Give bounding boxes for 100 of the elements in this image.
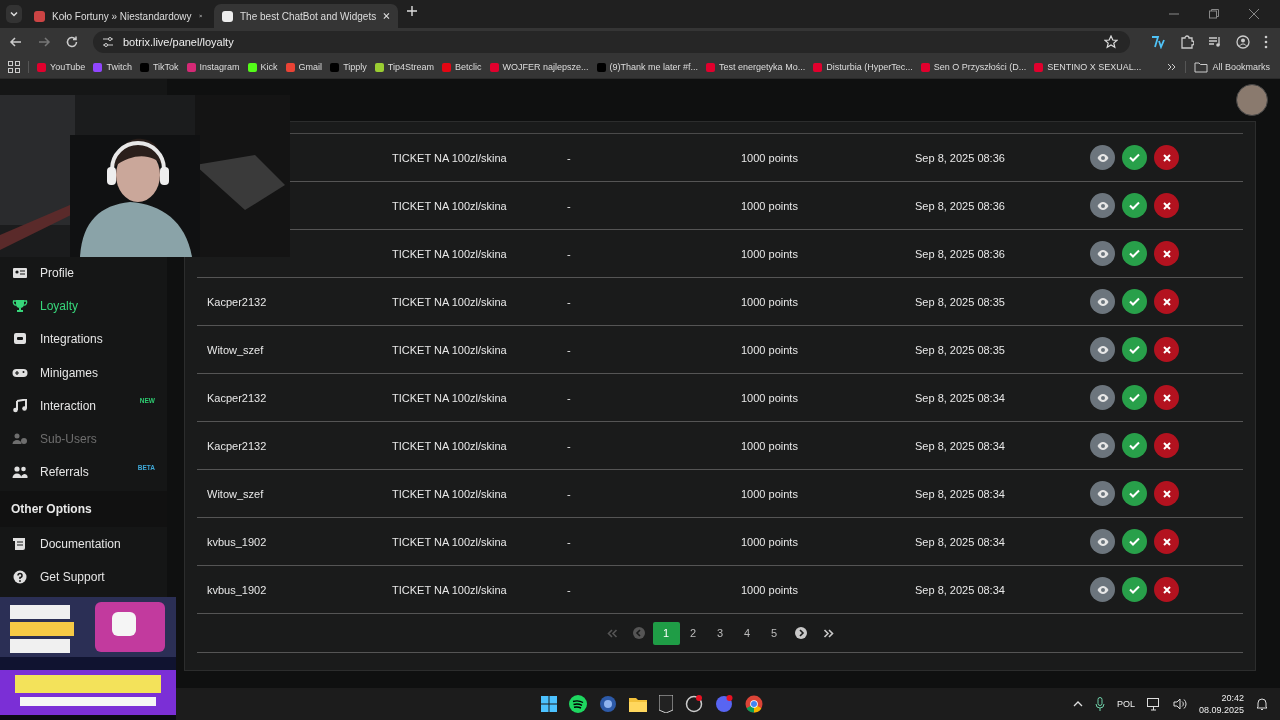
approve-button[interactable] (1122, 241, 1147, 266)
clock-time: 20:42 (1221, 692, 1244, 704)
language-indicator[interactable]: POL (1116, 699, 1135, 709)
start-icon[interactable] (541, 696, 557, 712)
app-icon[interactable] (599, 695, 617, 713)
view-button[interactable] (1090, 145, 1115, 170)
table-cell: TICKET NA 100zl/skina (392, 391, 507, 404)
browser-tab[interactable]: Koło Fortuny » Niestandardowy (26, 4, 210, 28)
reject-button[interactable] (1154, 193, 1179, 218)
microphone-icon[interactable] (1094, 697, 1105, 711)
view-button[interactable] (1090, 241, 1115, 266)
site-settings-icon[interactable] (101, 35, 115, 49)
page-button[interactable]: 5 (760, 621, 788, 645)
bookmark[interactable]: Betclic (442, 62, 482, 72)
browser-icon[interactable] (745, 695, 763, 713)
bookmark[interactable]: Sen O Przyszłości (D... (920, 62, 1027, 72)
page-button[interactable]: 2 (679, 621, 707, 645)
forward-icon[interactable] (37, 35, 51, 49)
volume-icon[interactable] (1172, 698, 1187, 710)
app-icon[interactable] (685, 695, 703, 713)
bookmark[interactable]: Tipply (330, 62, 367, 72)
approve-button[interactable] (1122, 577, 1147, 602)
media-icon[interactable] (1208, 35, 1222, 49)
page-button[interactable]: 1 (652, 621, 680, 645)
chevron-icon[interactable] (1072, 700, 1083, 708)
view-button[interactable] (1090, 529, 1115, 554)
bookmark[interactable]: SENTINO X SEXUAL... (1034, 62, 1142, 72)
app-icon[interactable] (659, 695, 673, 713)
sidebar-item[interactable]: Documentation (0, 527, 167, 561)
bookmark[interactable]: Instagram (186, 62, 240, 72)
tab-list-button[interactable] (6, 5, 22, 23)
network-icon[interactable] (1146, 697, 1161, 711)
table-cell: - (567, 295, 571, 308)
reject-button[interactable] (1154, 577, 1179, 602)
sidebar-item[interactable]: Integrations (0, 322, 167, 356)
approve-button[interactable] (1122, 145, 1147, 170)
reject-button[interactable] (1154, 385, 1179, 410)
bookmark[interactable]: YouTube (37, 62, 86, 72)
table-cell: - (567, 199, 571, 212)
view-button[interactable] (1090, 193, 1115, 218)
view-button[interactable] (1090, 577, 1115, 602)
table-cell: TICKET NA 100zl/skina (392, 439, 507, 452)
restore-icon[interactable] (1208, 8, 1220, 20)
sidebar-item[interactable]: Get Support (0, 560, 167, 594)
browser-tab[interactable]: The best ChatBot and Widgets (214, 4, 398, 28)
bookmark[interactable]: Test energetyka Mo... (706, 62, 806, 72)
approve-button[interactable] (1122, 193, 1147, 218)
bookmark[interactable]: Twitch (93, 62, 132, 72)
reject-button[interactable] (1154, 337, 1179, 362)
eye-icon (1096, 201, 1109, 210)
id-card-icon (12, 265, 28, 280)
chevron-icon[interactable] (1167, 62, 1178, 72)
sidebar-item[interactable]: Minigames (0, 355, 167, 390)
notification-icon[interactable] (1256, 697, 1268, 711)
view-button[interactable] (1090, 385, 1115, 410)
check-icon (1129, 201, 1140, 210)
reject-button[interactable] (1154, 289, 1179, 314)
bookmark[interactable]: Disturbia (HyperTec... (813, 62, 913, 72)
reject-button[interactable] (1154, 145, 1179, 170)
table-cell: Kacper2132 (207, 391, 267, 404)
view-button[interactable] (1090, 481, 1115, 506)
table-cell: - (567, 487, 571, 500)
approve-button[interactable] (1122, 337, 1147, 362)
bookmark[interactable]: Gmail (285, 62, 323, 72)
page-button[interactable]: 3 (706, 621, 734, 645)
approve-button[interactable] (1122, 289, 1147, 314)
menu-icon[interactable] (1264, 35, 1268, 49)
reject-button[interactable] (1154, 481, 1179, 506)
apps-icon[interactable] (8, 61, 20, 73)
extension-icon[interactable] (1150, 35, 1166, 49)
music-app-icon[interactable] (569, 695, 587, 713)
approve-button[interactable] (1122, 385, 1147, 410)
sidebar-item[interactable]: Loyalty (0, 289, 167, 323)
chat-app-icon[interactable] (715, 695, 733, 713)
page-button[interactable]: 4 (733, 621, 761, 645)
puzzle-icon[interactable] (1180, 35, 1194, 49)
table-cell: 1000 points (741, 247, 798, 260)
reject-button[interactable] (1154, 241, 1179, 266)
reject-button[interactable] (1154, 529, 1179, 554)
bookmark[interactable]: Kick (247, 62, 278, 72)
approve-button[interactable] (1122, 433, 1147, 458)
reject-button[interactable] (1154, 433, 1179, 458)
view-button[interactable] (1090, 337, 1115, 362)
address-bar[interactable]: botrix.live/panel/loyalty (93, 31, 1130, 53)
all-bookmarks-button[interactable]: All Bookmarks (1194, 61, 1270, 73)
eye-icon (1096, 585, 1109, 594)
approve-button[interactable] (1122, 481, 1147, 506)
approve-button[interactable] (1122, 529, 1147, 554)
avatar[interactable] (1236, 84, 1268, 116)
view-button[interactable] (1090, 433, 1115, 458)
bookmark[interactable]: Tip4Stream (374, 62, 434, 72)
bookmark[interactable]: WOJFER najlepsze... (489, 62, 589, 72)
reload-icon[interactable] (65, 35, 79, 49)
bookmark[interactable]: (9)Thank me later #f... (596, 62, 699, 72)
bookmark[interactable]: TikTok (139, 62, 179, 72)
folder-icon[interactable] (629, 696, 647, 712)
back-icon[interactable] (9, 35, 23, 49)
sidebar-item[interactable]: Profile (0, 256, 167, 290)
profile-icon[interactable] (1236, 35, 1250, 49)
view-button[interactable] (1090, 289, 1115, 314)
